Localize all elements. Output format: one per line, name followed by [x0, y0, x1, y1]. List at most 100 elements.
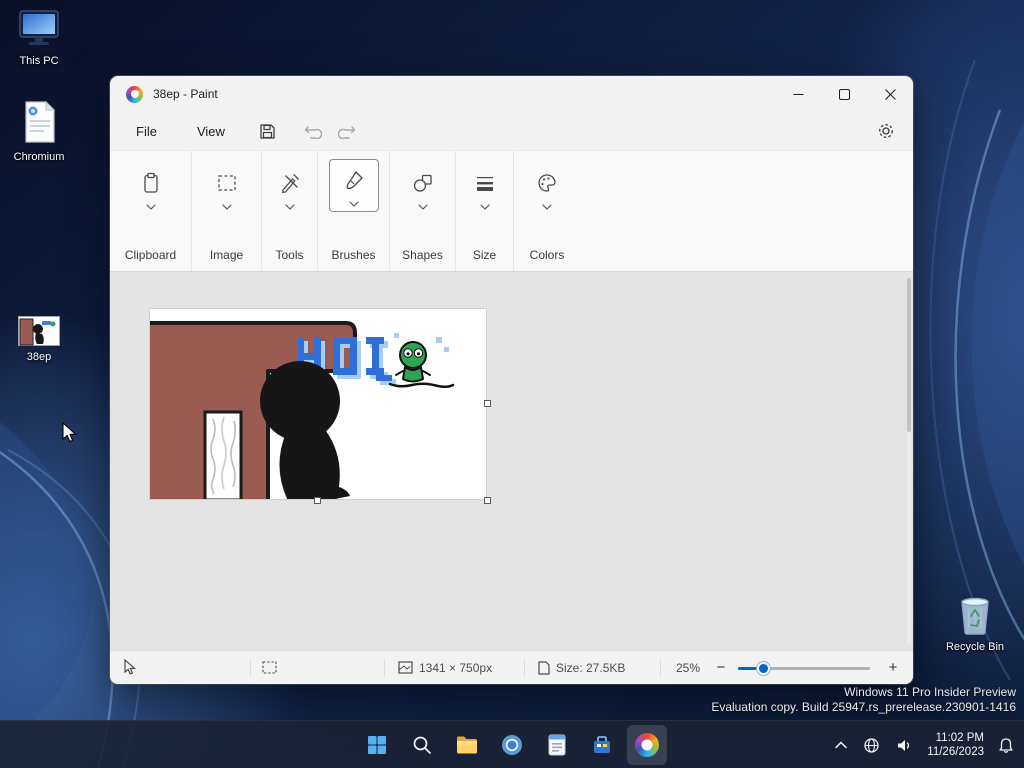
- ribbon-group-label: Brushes: [331, 248, 376, 262]
- undo-button[interactable]: [304, 123, 322, 139]
- close-icon: [884, 88, 896, 100]
- menu-file[interactable]: File: [130, 120, 163, 143]
- canvas-drawing: [145, 321, 455, 503]
- hidden-icons-button[interactable]: [831, 737, 851, 753]
- ribbon-group-shapes[interactable]: Shapes: [390, 151, 456, 271]
- ribbon-group-brushes[interactable]: Brushes: [318, 151, 390, 271]
- save-button[interactable]: [259, 123, 276, 140]
- zoom-slider[interactable]: [738, 662, 870, 675]
- desktop-icon-label: Chromium: [13, 151, 65, 163]
- clock-time: 11:02 PM: [935, 731, 984, 744]
- search-button[interactable]: [402, 725, 442, 765]
- title-bar[interactable]: 38ep - Paint: [110, 76, 913, 112]
- chevron-up-icon: [835, 741, 848, 749]
- taskbar-center: [357, 725, 667, 765]
- canvas-area[interactable]: [110, 272, 913, 650]
- canvas-resize-handle-bottom[interactable]: [314, 497, 321, 504]
- paint-canvas[interactable]: [145, 308, 491, 504]
- ribbon-group-colors[interactable]: Colors: [514, 151, 580, 271]
- paint-taskbar-button[interactable]: [627, 725, 667, 765]
- vertical-scrollbar[interactable]: [907, 278, 911, 644]
- cursor-position-indicator: [124, 651, 137, 684]
- brushes-selected-box: [328, 159, 379, 212]
- selection-size-indicator: [262, 651, 277, 684]
- image-thumbnail-icon: [18, 316, 60, 346]
- status-bar: 1341 × 750px Size: 27.5KB 25% − +: [110, 650, 913, 684]
- ribbon-group-clipboard[interactable]: Clipboard: [110, 151, 192, 271]
- ribbon-group-label: Tools: [275, 248, 304, 262]
- desktop-icon-recycle-bin[interactable]: Recycle Bin: [938, 590, 1012, 653]
- ribbon-group-label: Colors: [529, 248, 565, 262]
- this-pc-icon: [19, 10, 59, 45]
- desktop-icon-this-pc[interactable]: This PC: [2, 8, 76, 67]
- menu-view[interactable]: View: [191, 120, 231, 143]
- store-button[interactable]: [582, 725, 622, 765]
- mouse-cursor: [62, 422, 77, 443]
- file-icon: [538, 660, 550, 675]
- network-button[interactable]: [859, 733, 884, 758]
- notepad-button[interactable]: [537, 725, 577, 765]
- taskbar: 11:02 PM 11/26/2023: [0, 720, 1024, 768]
- canvas-resize-handle-right[interactable]: [484, 400, 491, 407]
- chromium-icon: [502, 735, 522, 755]
- paint-icon: [635, 733, 659, 757]
- settings-button[interactable]: [877, 122, 895, 140]
- taskbar-clock[interactable]: 11:02 PM 11/26/2023: [925, 729, 986, 762]
- file-size-indicator: Size: 27.5KB: [538, 651, 625, 684]
- system-tray: 11:02 PM 11/26/2023: [831, 721, 1018, 768]
- close-button[interactable]: [867, 76, 913, 112]
- desktop-icon-38ep[interactable]: 38ep: [2, 316, 76, 363]
- ribbon-group-image[interactable]: Image: [192, 151, 262, 271]
- network-globe-icon: [864, 737, 879, 753]
- ribbon-group-label: Image: [209, 248, 244, 262]
- ribbon-group-label: Clipboard: [124, 248, 177, 262]
- desktop-icon-label: This PC: [19, 55, 59, 67]
- start-button[interactable]: [357, 725, 397, 765]
- zoom-slider-thumb[interactable]: [757, 662, 770, 675]
- chevron-down-icon: [146, 204, 156, 210]
- minimize-button[interactable]: [775, 76, 821, 112]
- canvas-resize-handle-corner[interactable]: [484, 497, 491, 504]
- scrollbar-thumb[interactable]: [907, 278, 911, 432]
- file-explorer-button[interactable]: [447, 725, 487, 765]
- chevron-down-icon: [349, 201, 359, 207]
- tools-icon: [278, 163, 302, 203]
- paint-window: 38ep - Paint File View Clipboard Image T…: [110, 76, 913, 684]
- chromium-button[interactable]: [492, 725, 532, 765]
- redo-icon: [337, 126, 356, 139]
- volume-button[interactable]: [892, 734, 917, 757]
- chevron-down-icon: [418, 204, 428, 210]
- canvas-dimensions: 1341 × 750px: [419, 660, 493, 675]
- ribbon-group-label: Size: [472, 248, 497, 262]
- desktop-icon-label: Recycle Bin: [945, 641, 1005, 653]
- select-region-icon: [215, 163, 239, 203]
- watermark-line1: Windows 11 Pro Insider Preview: [844, 684, 1016, 699]
- maximize-icon: [838, 88, 850, 100]
- undo-icon: [304, 126, 322, 139]
- status-divider: [384, 660, 385, 676]
- canvas-size-icon: [398, 661, 413, 674]
- status-divider: [524, 660, 525, 676]
- minimize-icon: [793, 93, 803, 95]
- line-size-icon: [473, 163, 497, 203]
- zoom-in-button[interactable]: +: [882, 651, 904, 684]
- gear-icon: [879, 124, 893, 138]
- chevron-down-icon: [542, 204, 552, 210]
- desktop-icon-chromium[interactable]: Chromium: [2, 100, 76, 163]
- clipboard-icon: [139, 163, 163, 203]
- ribbon-group-tools[interactable]: Tools: [262, 151, 318, 271]
- recycle-bin-icon: [961, 597, 989, 635]
- status-divider: [250, 660, 251, 676]
- maximize-button[interactable]: [821, 76, 867, 112]
- notifications-button[interactable]: [994, 733, 1018, 758]
- shapes-icon: [411, 163, 435, 203]
- ribbon-group-size[interactable]: Size: [456, 151, 514, 271]
- zoom-level: 25%: [676, 660, 701, 675]
- evaluation-watermark: Windows 11 Pro Insider Preview Evaluatio…: [711, 685, 1016, 716]
- chromium-shortcut-icon: [25, 100, 56, 143]
- palette-icon: [535, 163, 559, 203]
- ribbon: Clipboard Image Tools Brushes Shapes Siz…: [110, 150, 913, 272]
- zoom-out-button[interactable]: −: [710, 651, 732, 684]
- ribbon-group-label: Shapes: [402, 248, 443, 262]
- redo-button[interactable]: [337, 123, 356, 139]
